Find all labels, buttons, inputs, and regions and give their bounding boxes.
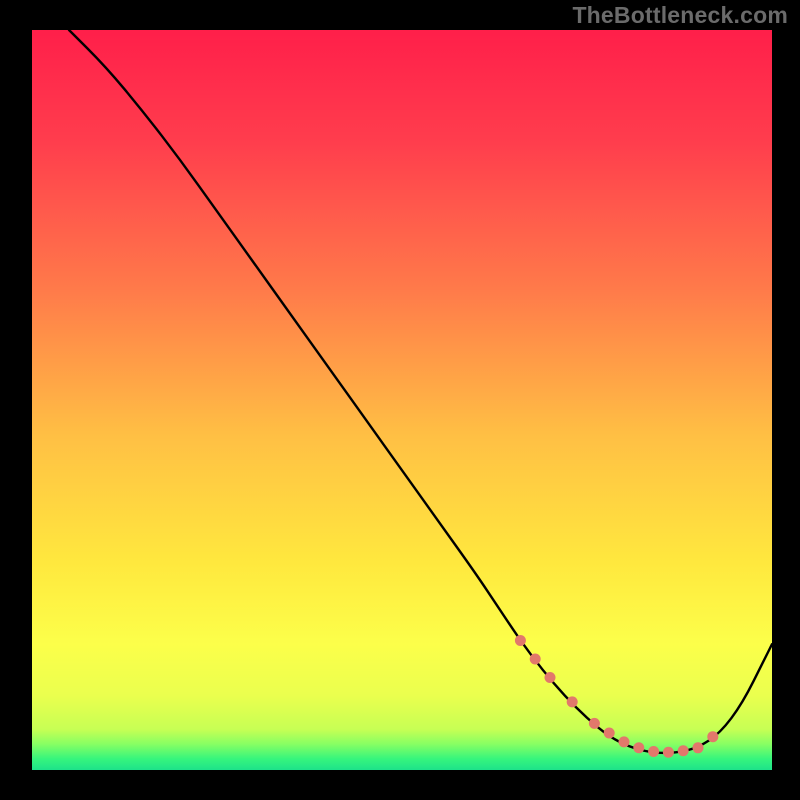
marker-dot [567, 696, 578, 707]
marker-dot [693, 742, 704, 753]
marker-dot [530, 654, 541, 665]
marker-dot [619, 736, 630, 747]
marker-dot [663, 747, 674, 758]
marker-dot [678, 745, 689, 756]
marker-dot [648, 746, 659, 757]
chart-stage: TheBottleneck.com [0, 0, 800, 800]
chart-svg [0, 0, 800, 800]
marker-dot [545, 672, 556, 683]
marker-dot [633, 742, 644, 753]
marker-dot [589, 718, 600, 729]
plot-area [32, 30, 772, 770]
marker-dot [604, 728, 615, 739]
marker-dot [707, 731, 718, 742]
watermark-text: TheBottleneck.com [572, 2, 788, 29]
marker-dot [515, 635, 526, 646]
